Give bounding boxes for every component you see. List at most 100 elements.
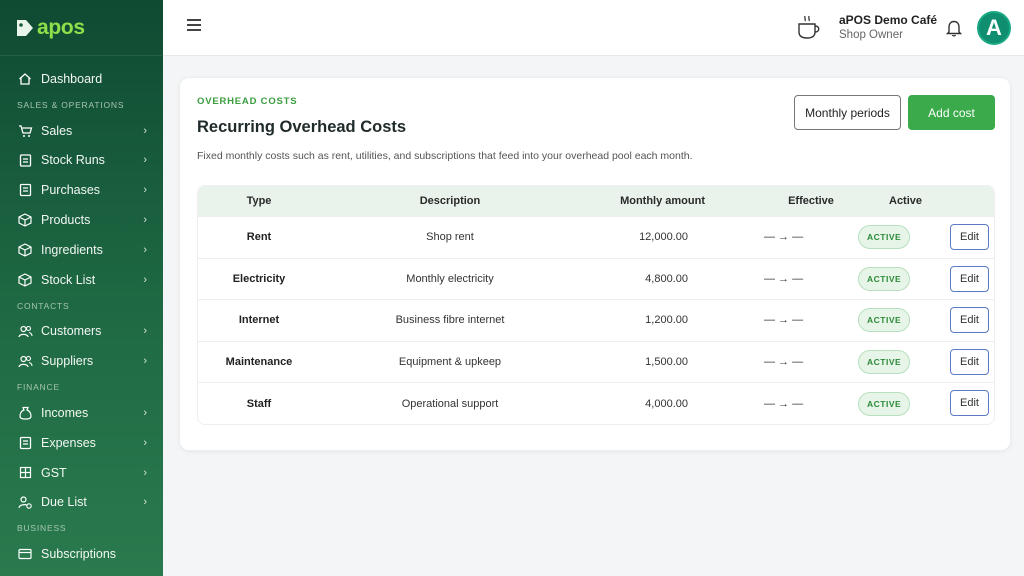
edit-button[interactable]: Edit xyxy=(950,307,989,334)
box-icon xyxy=(17,272,33,288)
cell-description: Operational support xyxy=(401,397,499,410)
status-badge: ACTIVE xyxy=(858,391,911,416)
avatar[interactable]: A xyxy=(977,11,1011,45)
table-header: Type Description Monthly amount Effectiv… xyxy=(198,186,994,216)
sidebar-item-customers[interactable]: Customers › xyxy=(0,317,163,347)
chevron-right-icon: › xyxy=(143,325,147,338)
cell-description: Monthly electricity xyxy=(406,272,494,285)
chevron-right-icon: › xyxy=(143,184,147,197)
edit-button[interactable]: Edit xyxy=(950,390,989,417)
section-label: SALES & OPERATIONS xyxy=(17,99,125,110)
chevron-right-icon: › xyxy=(143,273,147,286)
sidebar-item-label: Sales xyxy=(41,123,73,138)
cell-type: Maintenance xyxy=(225,356,293,369)
sidebar-item-dashboard[interactable]: Dashboard xyxy=(0,64,163,94)
sidebar-item-label: Suppliers xyxy=(41,354,94,369)
money-bag-icon xyxy=(17,405,33,421)
sidebar-item-stock-runs[interactable]: Stock Runs › xyxy=(0,146,163,176)
sidebar-item-label: Purchases xyxy=(41,183,101,198)
status-badge: ACTIVE xyxy=(858,308,911,333)
status-badge: ACTIVE xyxy=(858,225,911,250)
logo-text: apos xyxy=(37,15,85,39)
cell-active: ACTIVE xyxy=(858,350,911,375)
sidebar-item-ingredients[interactable]: Ingredients › xyxy=(0,235,163,265)
menu-icon[interactable] xyxy=(187,19,201,33)
edit-button[interactable]: Edit xyxy=(950,265,989,292)
grid-icon xyxy=(17,465,33,481)
cell-description: Business fibre internet xyxy=(395,314,505,327)
sidebar-item-label: Dashboard xyxy=(41,71,103,86)
page-title: Recurring Overhead Costs xyxy=(197,118,407,136)
cell-description: Shop rent xyxy=(426,231,474,244)
add-cost-button[interactable]: Add cost xyxy=(908,95,995,130)
tag-icon xyxy=(16,18,34,38)
user-role: Shop Owner xyxy=(839,29,903,41)
sidebar-item-incomes[interactable]: Incomes › xyxy=(0,398,163,428)
chevron-right-icon: › xyxy=(143,436,147,449)
home-icon xyxy=(17,71,33,87)
cell-effective: — → — xyxy=(764,356,804,369)
cart-icon xyxy=(17,123,33,139)
section-label: FINANCE xyxy=(17,382,60,393)
users-icon xyxy=(17,323,33,339)
sidebar-item-subscriptions[interactable]: Subscriptions xyxy=(0,539,163,569)
sidebar-nav: Dashboard SALES & OPERATIONS Sales › Sto… xyxy=(0,56,163,569)
box-icon xyxy=(17,212,33,228)
page-description: Fixed monthly costs such as rent, utilit… xyxy=(197,150,693,162)
cell-amount: 4,000.00 xyxy=(645,397,688,410)
column-header-amount: Monthly amount xyxy=(620,195,705,207)
sidebar-item-due-list[interactable]: Due List › xyxy=(0,488,163,518)
sidebar-item-expenses[interactable]: Expenses › xyxy=(0,428,163,458)
cell-effective: — → — xyxy=(764,397,804,410)
cell-amount: 12,000.00 xyxy=(639,231,688,244)
cell-active: ACTIVE xyxy=(858,266,911,291)
sidebar-item-label: Products xyxy=(41,213,91,228)
sidebar-item-purchases[interactable]: Purchases › xyxy=(0,175,163,205)
sidebar-item-label: Stock List xyxy=(41,272,96,287)
column-header-type: Type xyxy=(246,195,272,207)
cell-type: Internet xyxy=(238,314,280,327)
cell-effective: — → — xyxy=(764,272,804,285)
column-header-effective: Effective xyxy=(788,195,834,207)
coffee-cup-icon xyxy=(796,13,822,41)
chevron-right-icon: › xyxy=(143,355,147,368)
table-row: Rent Shop rent 12,000.00 — → — ACTIVE Ed… xyxy=(198,216,994,258)
cell-amount: 4,800.00 xyxy=(645,272,688,285)
sidebar-item-stock-list[interactable]: Stock List › xyxy=(0,265,163,295)
table-row: Staff Operational support 4,000.00 — → —… xyxy=(198,382,994,424)
sidebar: apos Dashboard SALES & OPERATIONS Sales … xyxy=(0,0,163,576)
top-header: aPOS Demo Café Shop Owner A xyxy=(163,0,1024,56)
sidebar-item-sales[interactable]: Sales › xyxy=(0,116,163,146)
chevron-right-icon: › xyxy=(143,496,147,509)
users-icon xyxy=(17,353,33,369)
cell-active: ACTIVE xyxy=(858,391,911,416)
chevron-right-icon: › xyxy=(143,154,147,167)
logo[interactable]: apos xyxy=(0,0,163,56)
shop-name: aPOS Demo Café xyxy=(839,13,938,27)
sidebar-item-label: Due List xyxy=(41,495,87,510)
sidebar-item-suppliers[interactable]: Suppliers › xyxy=(0,346,163,376)
chevron-right-icon: › xyxy=(143,243,147,256)
shop-info[interactable]: aPOS Demo Café Shop Owner xyxy=(839,13,937,41)
chevron-right-icon: › xyxy=(143,124,147,137)
edit-button[interactable]: Edit xyxy=(950,348,989,375)
section-label: BUSINESS xyxy=(17,523,67,534)
cell-type: Staff xyxy=(246,397,272,410)
sidebar-item-label: Subscriptions xyxy=(41,547,117,562)
cell-amount: 1,500.00 xyxy=(645,356,688,369)
edit-button[interactable]: Edit xyxy=(950,224,989,250)
monthly-periods-button[interactable]: Monthly periods xyxy=(794,95,901,130)
overhead-costs-table: Type Description Monthly amount Effectiv… xyxy=(197,185,995,425)
cell-effective: — → — xyxy=(764,231,804,244)
sidebar-item-gst[interactable]: GST › xyxy=(0,458,163,488)
table-row: Electricity Monthly electricity 4,800.00… xyxy=(198,257,994,300)
cell-active: ACTIVE xyxy=(858,308,911,333)
sidebar-item-products[interactable]: Products › xyxy=(0,205,163,235)
bell-icon[interactable] xyxy=(945,18,963,38)
cell-active: ACTIVE xyxy=(858,225,911,250)
user-clock-icon xyxy=(17,494,33,510)
sidebar-item-label: Incomes xyxy=(41,406,89,421)
sidebar-item-label: GST xyxy=(41,465,67,480)
sidebar-item-label: Expenses xyxy=(41,435,96,450)
cell-description: Equipment & upkeep xyxy=(398,356,502,369)
